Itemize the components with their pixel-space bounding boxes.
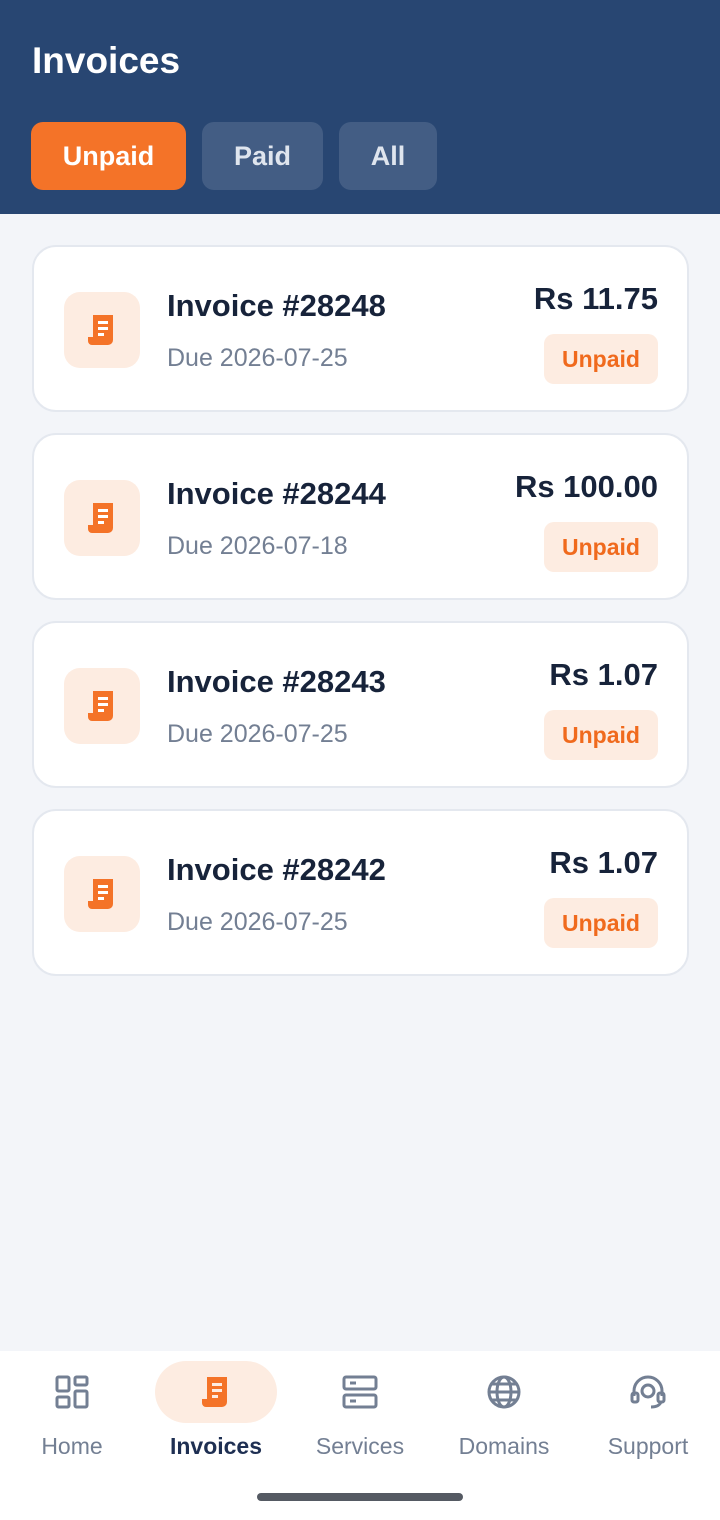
server-icon <box>299 1361 421 1423</box>
receipt-icon <box>64 856 140 932</box>
headset-icon <box>587 1361 709 1423</box>
invoice-due-date: Due 2026-07-25 <box>167 720 348 748</box>
invoices-screen: Invoices Unpaid Paid All Invoice #28248 … <box>0 0 720 1520</box>
nav-label: Services <box>315 1433 405 1459</box>
receipt-icon <box>155 1361 277 1423</box>
tab-unpaid[interactable]: Unpaid <box>31 122 186 190</box>
invoice-title: Invoice #28244 <box>167 476 386 511</box>
invoice-title: Invoice #28248 <box>167 288 386 323</box>
invoice-card[interactable]: Invoice #28243 Due 2026-07-25 Rs 1.07 Un… <box>32 621 689 788</box>
nav-item-domains[interactable]: Domains <box>432 1351 576 1471</box>
invoice-amount: Rs 1.07 <box>549 845 658 880</box>
tab-all[interactable]: All <box>339 122 437 190</box>
invoice-title: Invoice #28243 <box>167 664 386 699</box>
invoice-list: Invoice #28248 Due 2026-07-25 Rs 11.75 U… <box>32 245 689 997</box>
nav-item-support[interactable]: Support <box>576 1351 720 1471</box>
nav-label: Invoices <box>169 1433 263 1459</box>
invoice-title: Invoice #28242 <box>167 852 386 887</box>
receipt-icon <box>64 668 140 744</box>
nav-label: Home <box>41 1433 103 1459</box>
app-header: Invoices Unpaid Paid All <box>0 0 720 214</box>
home-indicator[interactable] <box>257 1493 463 1501</box>
status-badge: Unpaid <box>544 522 658 572</box>
status-badge: Unpaid <box>544 334 658 384</box>
invoice-due-date: Due 2026-07-18 <box>167 532 348 560</box>
invoice-card[interactable]: Invoice #28242 Due 2026-07-25 Rs 1.07 Un… <box>32 809 689 976</box>
tab-paid[interactable]: Paid <box>202 122 323 190</box>
status-badge: Unpaid <box>544 710 658 760</box>
page-title: Invoices <box>32 40 181 81</box>
invoice-card[interactable]: Invoice #28244 Due 2026-07-18 Rs 100.00 … <box>32 433 689 600</box>
dashboard-icon <box>11 1361 133 1423</box>
receipt-icon <box>64 292 140 368</box>
filter-tabs: Unpaid Paid All <box>31 122 437 190</box>
nav-label: Domains <box>458 1433 550 1459</box>
status-badge: Unpaid <box>544 898 658 948</box>
invoice-card[interactable]: Invoice #28248 Due 2026-07-25 Rs 11.75 U… <box>32 245 689 412</box>
nav-item-services[interactable]: Services <box>288 1351 432 1471</box>
invoice-amount: Rs 1.07 <box>549 657 658 692</box>
invoice-amount: Rs 11.75 <box>533 281 658 316</box>
nav-label: Support <box>607 1433 689 1459</box>
invoice-amount: Rs 100.00 <box>514 469 658 504</box>
invoice-due-date: Due 2026-07-25 <box>167 908 348 936</box>
invoice-due-date: Due 2026-07-25 <box>167 344 348 372</box>
receipt-icon <box>64 480 140 556</box>
globe-icon <box>443 1361 565 1423</box>
nav-item-home[interactable]: Home <box>0 1351 144 1471</box>
nav-item-invoices[interactable]: Invoices <box>144 1351 288 1471</box>
